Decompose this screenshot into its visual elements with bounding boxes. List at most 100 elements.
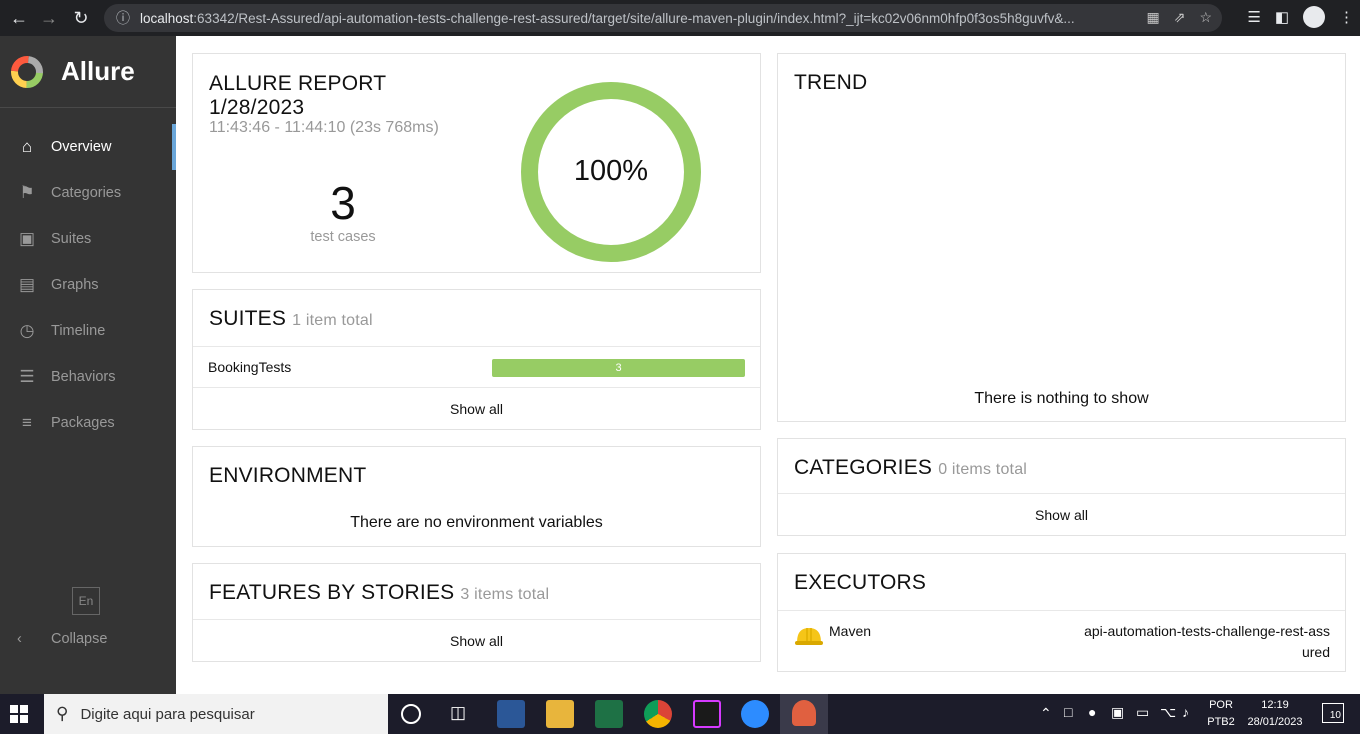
side-panel-icon[interactable]: ◧ <box>1275 8 1289 26</box>
sidebar-item-packages[interactable]: ≡ Packages <box>0 400 176 446</box>
environment-widget: ENVIRONMENT There are no environment var… <box>192 446 761 547</box>
allure-logo-icon <box>10 55 44 89</box>
list-icon: ☰ <box>19 367 35 386</box>
windows-start-icon[interactable] <box>10 705 28 723</box>
suite-name: BookingTests <box>208 359 292 375</box>
clock-date: 28/01/2023 <box>1247 716 1303 728</box>
excel-app-icon[interactable] <box>595 700 623 728</box>
report-time-range: 11:43:46 - 11:44:10 (23s 768ms) <box>209 119 439 136</box>
sidebar-item-behaviors[interactable]: ☰ Behaviors <box>0 354 176 400</box>
report-title: ALLURE REPORT <box>209 72 387 95</box>
suites-show-all-link[interactable]: Show all <box>193 387 760 429</box>
suite-passed-segment: 3 <box>492 359 745 377</box>
categories-title: CATEGORIES 0 items total <box>794 456 1027 480</box>
meet-now-icon[interactable]: □ <box>1064 704 1072 720</box>
volume-icon[interactable]: ♪ <box>1182 704 1189 720</box>
url-host: localhost <box>140 10 194 26</box>
suites-title: SUITES 1 item total <box>209 307 373 331</box>
wifi-icon[interactable]: ⌥ <box>1160 704 1176 721</box>
executor-build-line2[interactable]: ured <box>1302 644 1330 660</box>
trend-widget: TREND There is nothing to show <box>777 53 1346 422</box>
profile-avatar[interactable] <box>1303 6 1325 28</box>
executors-title: EXECUTORS <box>794 571 927 594</box>
forward-arrow-icon[interactable]: → <box>34 3 64 33</box>
test-case-count: 3 <box>330 177 356 229</box>
brand[interactable]: Allure <box>0 36 176 108</box>
sidebar-item-label: Timeline <box>51 323 106 339</box>
star-icon[interactable]: ☆ <box>1199 9 1212 26</box>
report-date: 1/28/2023 <box>209 96 305 119</box>
address-bar[interactable]: ⓘ localhost:63342/Rest-Assured/api-autom… <box>104 4 1222 32</box>
sidebar-item-label: Suites <box>51 231 92 247</box>
show-hidden-icons-chevron-icon[interactable]: ⌃ <box>1040 705 1052 722</box>
browser-toolbar: ← → ↻ ⓘ localhost:63342/Rest-Assured/api… <box>0 0 1360 36</box>
taskbar-search-box[interactable]: ⚲ Digite aqui para pesquisar <box>44 694 388 734</box>
back-arrow-icon[interactable]: ← <box>4 3 34 33</box>
align-left-icon: ≡ <box>22 413 32 432</box>
keyboard-layout: PTB2 <box>1207 716 1235 728</box>
features-total: 3 items total <box>460 586 550 603</box>
sidebar-item-label: Overview <box>51 139 112 155</box>
sidebar: Allure ⌂ Overview ⚑ Categories ▣ Suites … <box>0 36 176 694</box>
briefcase-icon: ▣ <box>18 229 36 248</box>
search-icon: ⚲ <box>56 704 69 723</box>
categories-title-text: CATEGORIES <box>794 456 933 479</box>
sidebar-item-overview[interactable]: ⌂ Overview <box>0 124 176 170</box>
categories-widget: CATEGORIES 0 items total Show all <box>777 438 1346 536</box>
sidebar-item-label: Behaviors <box>51 369 116 385</box>
clock[interactable]: 12:19 28/01/2023 <box>1242 699 1308 728</box>
cortana-icon[interactable] <box>401 704 421 724</box>
main-content: ALLURE REPORT 1/28/2023 11:43:46 - 11:44… <box>176 36 1360 694</box>
features-by-stories-widget: FEATURES BY STORIES 3 items total Show a… <box>192 563 761 662</box>
chevron-left-icon: ‹ <box>17 631 22 647</box>
microphone-icon[interactable]: ● <box>1088 704 1096 720</box>
categories-total: 0 items total <box>938 461 1028 478</box>
brand-name: Allure <box>61 56 135 86</box>
reading-list-icon[interactable]: ☰ <box>1247 8 1260 26</box>
flag-icon: ⚑ <box>19 183 35 202</box>
sidebar-item-timeline[interactable]: ◷ Timeline <box>0 308 176 354</box>
active-app-tile[interactable] <box>780 694 828 734</box>
menu-kebab-icon[interactable]: ⋮ <box>1339 8 1354 26</box>
executor-row[interactable]: Maven api-automation-tests-challenge-res… <box>778 610 1345 672</box>
sidebar-item-suites[interactable]: ▣ Suites <box>0 216 176 262</box>
suite-status-bar[interactable]: 3 <box>492 359 745 377</box>
bar-chart-icon: ▤ <box>18 275 36 294</box>
share-icon[interactable]: ⇗ <box>1174 9 1186 26</box>
input-language[interactable]: POR PTB2 <box>1204 699 1238 728</box>
translate-icon[interactable]: ▦ <box>1146 9 1159 26</box>
suite-row[interactable]: BookingTests 3 <box>193 346 760 388</box>
executors-widget: EXECUTORS Maven api-automation-tests-cha… <box>777 553 1346 672</box>
windows-taskbar: ⚲ Digite aqui para pesquisar ◫ ⌃ □ ● ▣ ▭… <box>0 694 1360 734</box>
chrome-app-icon[interactable] <box>644 700 672 728</box>
sidebar-menu: ⌂ Overview ⚑ Categories ▣ Suites ▤ Graph… <box>0 124 176 446</box>
url-path: :63342/Rest-Assured/api-automation-tests… <box>193 10 1075 26</box>
environment-title: ENVIRONMENT <box>209 464 367 487</box>
file-explorer-icon[interactable] <box>546 700 574 728</box>
zoom-app-icon[interactable] <box>741 700 769 728</box>
collapse-label: Collapse <box>51 631 108 647</box>
info-icon[interactable]: ⓘ <box>116 8 130 28</box>
pass-rate-percent: 100% <box>573 155 649 187</box>
suites-widget: SUITES 1 item total BookingTests 3 Show … <box>192 289 761 430</box>
display-icon[interactable]: ▣ <box>1111 704 1124 721</box>
notifications-icon[interactable]: 10 <box>1322 703 1344 723</box>
sidebar-item-graphs[interactable]: ▤ Graphs <box>0 262 176 308</box>
sidebar-item-categories[interactable]: ⚑ Categories <box>0 170 176 216</box>
sidebar-item-label: Packages <box>51 415 115 431</box>
battery-icon[interactable]: ▭ <box>1136 704 1149 721</box>
features-title: FEATURES BY STORIES 3 items total <box>209 581 549 605</box>
language-button[interactable]: En <box>72 587 100 615</box>
intellij-app-icon[interactable] <box>693 700 721 728</box>
features-show-all-link[interactable]: Show all <box>193 619 760 661</box>
collapse-button[interactable]: ‹ Collapse <box>0 621 176 657</box>
categories-show-all-link[interactable]: Show all <box>778 493 1345 535</box>
clock-time: 12:19 <box>1261 699 1289 711</box>
executor-build-line1[interactable]: api-automation-tests-challenge-rest-ass <box>1084 623 1330 639</box>
task-view-icon[interactable]: ◫ <box>450 703 466 723</box>
reload-icon[interactable]: ↻ <box>66 3 96 33</box>
language-code: POR <box>1209 699 1233 711</box>
home-icon: ⌂ <box>21 137 33 156</box>
word-app-icon[interactable] <box>497 700 525 728</box>
executor-name: Maven <box>829 623 872 639</box>
